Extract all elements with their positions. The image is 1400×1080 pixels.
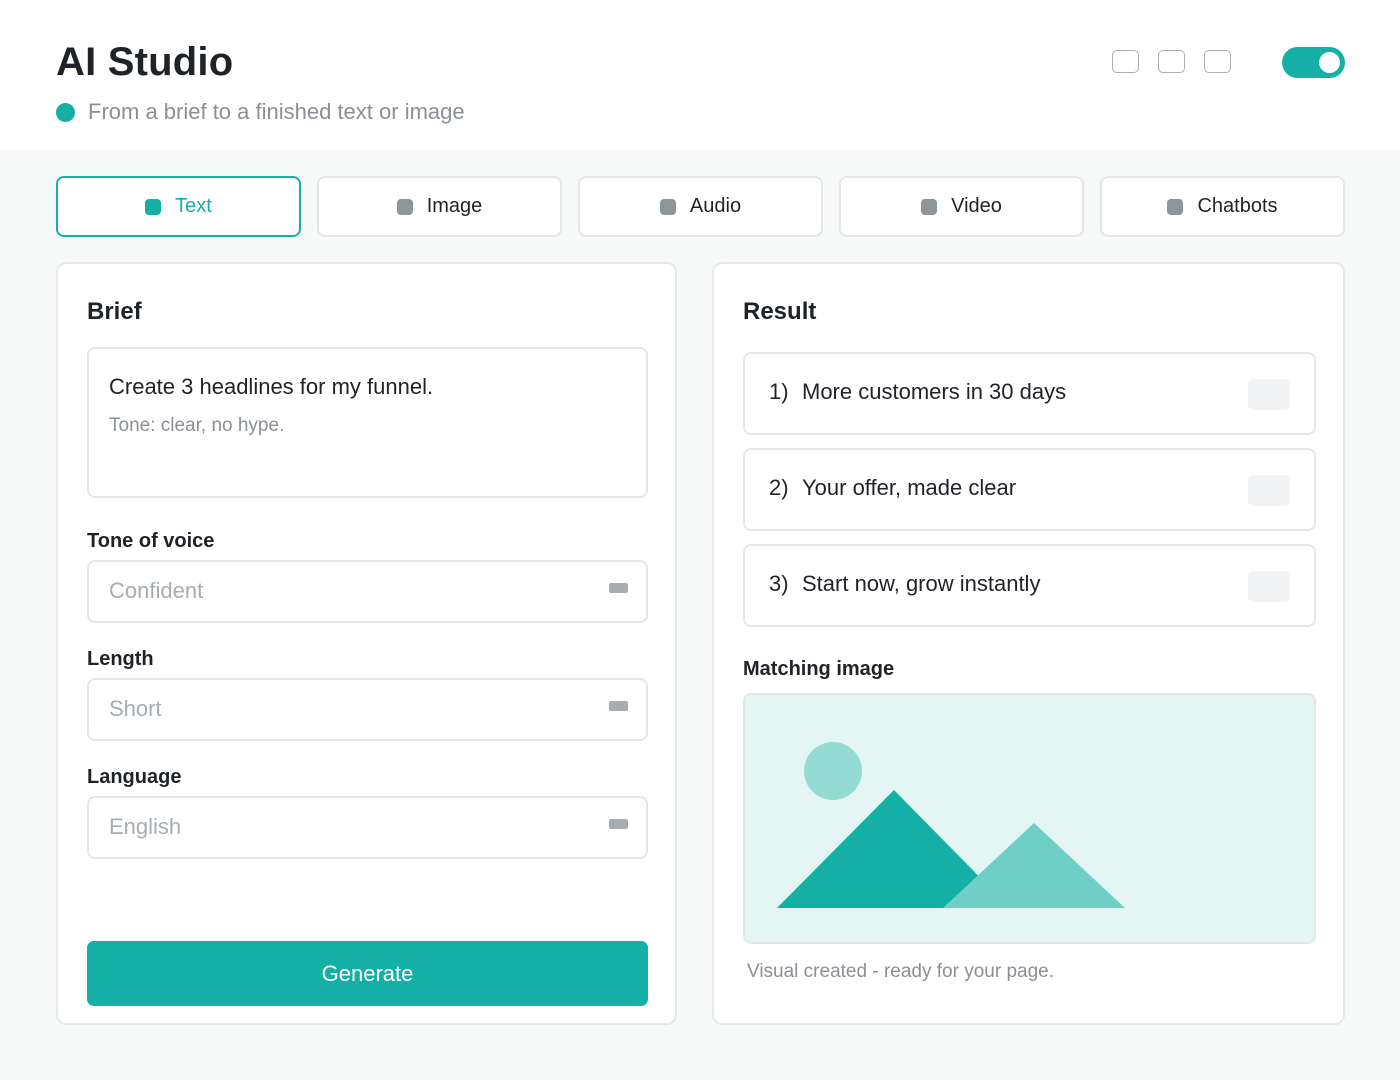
tab-chatbots[interactable]: Chatbots: [1100, 176, 1345, 237]
landscape-image-icon: [777, 742, 1125, 908]
tone-value: Confident: [109, 578, 204, 603]
window-control-1[interactable]: [1112, 50, 1139, 73]
result-item: 3) Start now, grow instantly: [743, 544, 1316, 627]
length-label: Length: [87, 648, 154, 670]
chevron-down-icon: [609, 701, 628, 711]
tab-label: Image: [426, 195, 483, 217]
result-text: Your offer, made clear: [802, 475, 1017, 500]
result-number: 2): [769, 475, 789, 500]
copy-button[interactable]: [1248, 475, 1290, 506]
brief-note: Tone: clear, no hype.: [109, 415, 285, 436]
language-value: English: [109, 814, 182, 839]
app-header: AI Studio From a brief to a finished tex…: [0, 0, 1400, 150]
toggle-knob: [1319, 52, 1340, 73]
generated-image[interactable]: [743, 693, 1316, 944]
brief-textarea[interactable]: Create 3 headlines for my funnel. Tone: …: [87, 347, 648, 498]
generate-button[interactable]: Generate: [87, 941, 648, 1006]
theme-toggle[interactable]: [1282, 47, 1345, 78]
sun-shape: [804, 742, 862, 800]
length-value: Short: [109, 696, 162, 721]
audio-tab-icon: [659, 198, 676, 215]
status-dot-icon: [56, 102, 75, 122]
window-control-2[interactable]: [1158, 50, 1185, 73]
tab-label: Text: [175, 195, 212, 217]
tab-bar: Text Image Audio Video Chatbots: [56, 176, 1345, 237]
mountain-small-shape: [943, 823, 1125, 908]
brief-panel: Brief Create 3 headlines for my funnel. …: [56, 262, 677, 1025]
tab-text[interactable]: Text: [56, 176, 301, 237]
text-tab-icon: [145, 198, 162, 215]
copy-button[interactable]: [1248, 379, 1290, 410]
result-item: 2) Your offer, made clear: [743, 448, 1316, 531]
result-panel: Result 1) More customers in 30 days 2) Y…: [712, 262, 1345, 1025]
tone-label: Tone of voice: [87, 530, 215, 552]
app-title: AI Studio: [56, 40, 234, 84]
result-text: Start now, grow instantly: [802, 571, 1041, 596]
brief-prompt: Create 3 headlines for my funnel.: [109, 374, 434, 399]
app-subtitle: From a brief to a finished text or image: [88, 99, 465, 124]
window-control-3[interactable]: [1204, 50, 1231, 73]
tab-image[interactable]: Image: [317, 176, 562, 237]
tone-select[interactable]: Confident: [87, 560, 648, 623]
image-tab-icon: [396, 198, 413, 215]
language-select[interactable]: English: [87, 796, 648, 859]
video-tab-icon: [921, 198, 938, 215]
result-item: 1) More customers in 30 days: [743, 352, 1316, 435]
tab-label: Chatbots: [1197, 195, 1278, 217]
subtitle-row: From a brief to a finished text or image: [56, 98, 465, 126]
tab-audio[interactable]: Audio: [578, 176, 823, 237]
result-number: 1): [769, 379, 789, 404]
brief-title: Brief: [87, 298, 142, 325]
copy-button[interactable]: [1248, 571, 1290, 602]
tab-label: Audio: [689, 195, 742, 217]
result-title: Result: [743, 298, 817, 325]
language-label: Language: [87, 766, 182, 788]
chevron-down-icon: [609, 583, 628, 593]
chatbots-tab-icon: [1167, 198, 1184, 215]
image-caption: Visual created - ready for your page.: [747, 961, 1054, 982]
length-select[interactable]: Short: [87, 678, 648, 741]
matching-image-label: Matching image: [743, 658, 895, 680]
tab-video[interactable]: Video: [839, 176, 1084, 237]
result-number: 3): [769, 571, 789, 596]
result-text: More customers in 30 days: [802, 379, 1067, 404]
tab-label: Video: [951, 195, 1002, 217]
chevron-down-icon: [609, 819, 628, 829]
